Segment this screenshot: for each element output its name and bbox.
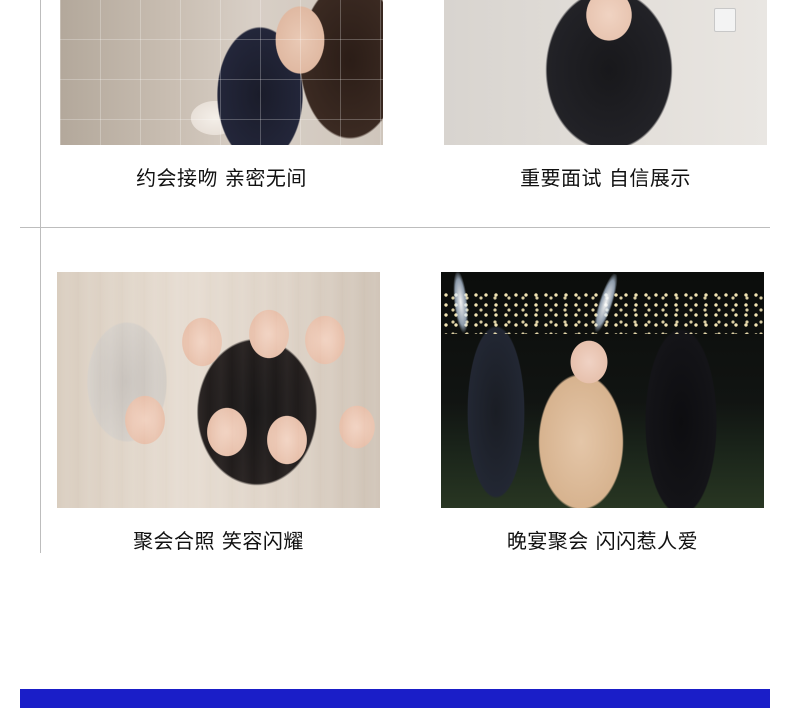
row-divider [20, 227, 770, 228]
evening-party-sparklers-photo [441, 272, 764, 508]
woman-black-top-photo [444, 0, 767, 145]
left-divider-top [40, 0, 41, 228]
left-divider-bottom [40, 228, 41, 553]
card-caption: 晚宴聚会 闪闪惹人爱 [506, 529, 699, 553]
couple-kissing-photo [60, 0, 383, 145]
card-caption: 重要面试 自信展示 [520, 166, 691, 190]
bottom-banner-bar [20, 689, 770, 708]
light-switch-icon [714, 8, 736, 32]
card-caption: 聚会合照 笑容闪耀 [133, 529, 304, 553]
group-party-photo [57, 272, 380, 508]
card-caption: 约会接吻 亲密无间 [136, 166, 307, 190]
